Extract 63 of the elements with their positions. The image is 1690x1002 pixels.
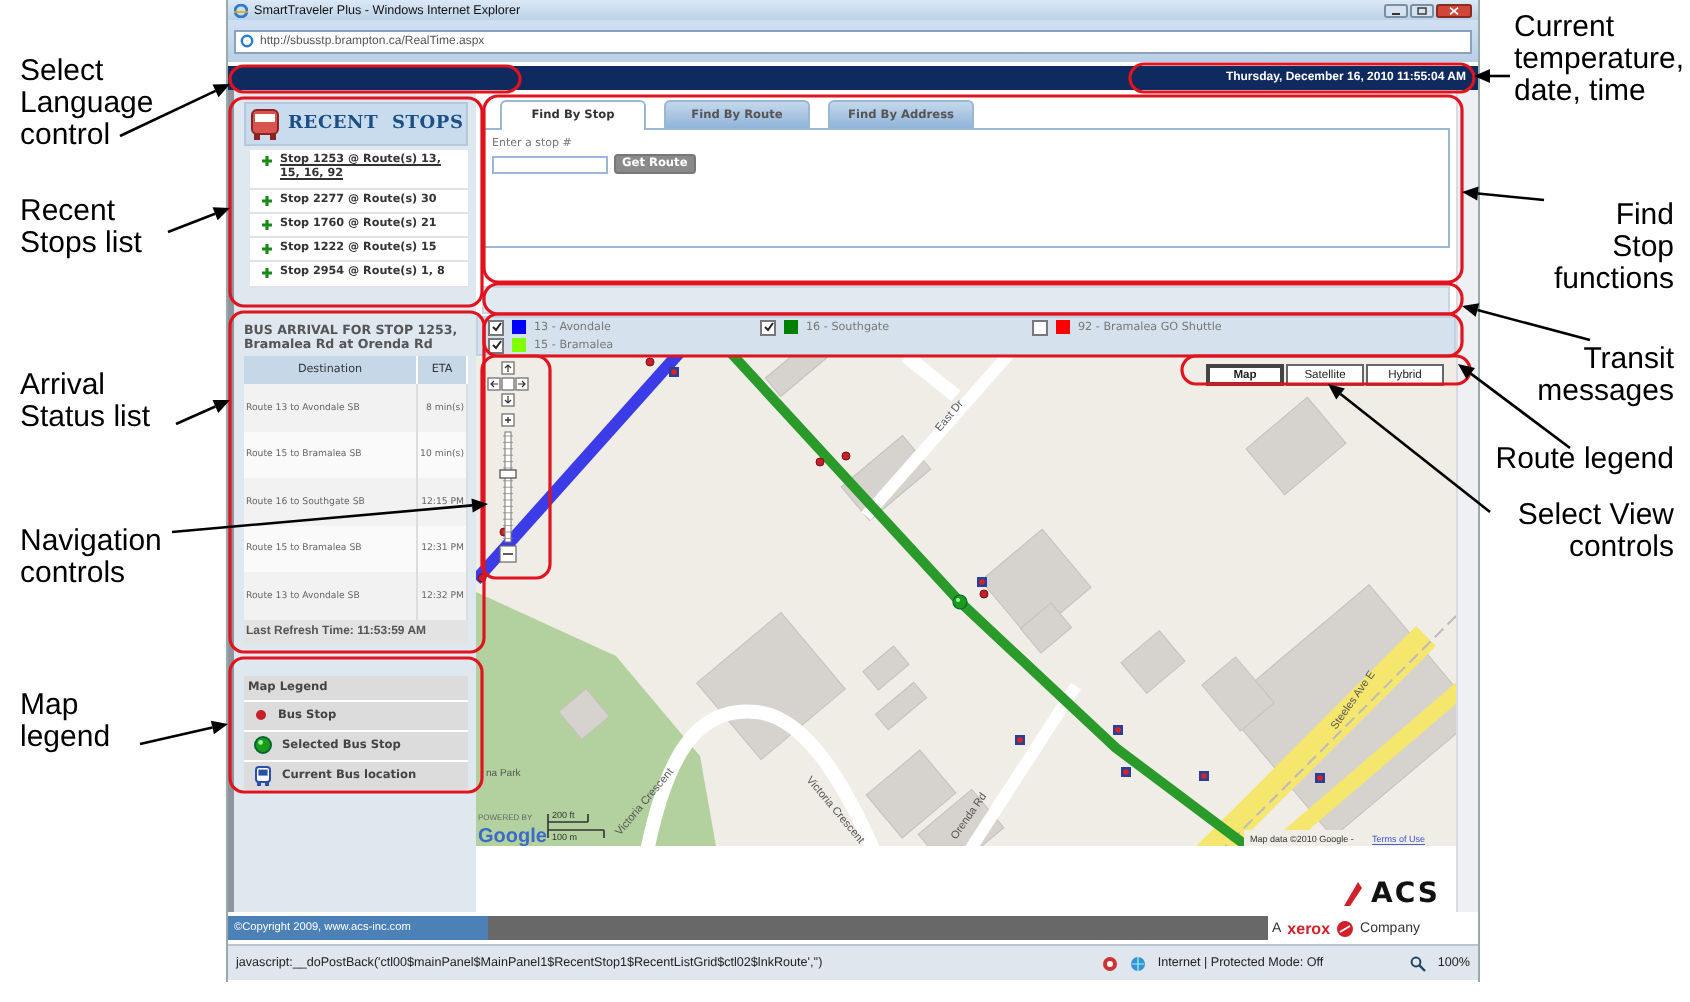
bus-stop-icon — [841, 451, 851, 461]
brand-logo: ACS — [1371, 878, 1440, 910]
selected-stop-icon — [254, 736, 272, 755]
callout-arrow — [175, 400, 230, 426]
callout-label: Recent Stops list — [20, 196, 144, 259]
route-checkbox[interactable] — [488, 319, 504, 335]
magnifier-icon[interactable] — [1409, 955, 1426, 971]
browser-logo-icon — [234, 3, 248, 17]
bullet-icon — [262, 268, 272, 279]
page-icon — [240, 34, 254, 48]
bus-stop-icon — [979, 589, 989, 599]
zoom-out-icon[interactable] — [499, 545, 517, 563]
bus-icon — [669, 367, 679, 377]
panel-title: RECENT STOPS — [288, 114, 464, 134]
callout-arrow — [1462, 186, 1545, 202]
bus-icon — [1199, 771, 1209, 781]
bus-icon — [1113, 725, 1123, 735]
selected-stop-icon — [952, 594, 968, 610]
bullet-icon — [262, 156, 272, 166]
callout-arrow — [139, 720, 228, 746]
bus-icon — [977, 577, 987, 587]
route-checkbox[interactable] — [760, 319, 776, 335]
bullet-icon — [262, 195, 272, 206]
map-logo: Google — [478, 826, 547, 846]
minimize-icon[interactable] — [1384, 3, 1408, 17]
maximize-icon[interactable] — [1410, 3, 1434, 17]
globe-icon — [1129, 955, 1146, 971]
callout-label: Transit messages — [1537, 344, 1674, 407]
close-icon[interactable] — [1436, 3, 1472, 17]
callout-label: Select Language control — [20, 56, 154, 151]
callout-arrow — [1462, 303, 1591, 342]
bus-icon — [254, 765, 272, 786]
bus-icon — [1015, 735, 1025, 745]
callout-label: Map legend — [20, 690, 111, 753]
bus-stop-icon — [645, 357, 655, 367]
zoom-slider-thumb[interactable] — [499, 469, 517, 479]
bus-stop-icon — [254, 708, 268, 723]
partner-logo: xerox — [1287, 919, 1331, 937]
route-checkbox[interactable] — [488, 337, 504, 353]
callout-label: Current temperature, date, time — [1514, 12, 1686, 107]
bus-icon — [1121, 767, 1131, 777]
zoom-slider[interactable] — [499, 431, 517, 543]
stop-number-field[interactable] — [492, 155, 608, 173]
zoom-in-icon[interactable] — [501, 413, 515, 427]
callout-arrow — [1474, 69, 1510, 83]
callout-label: Find Stop functions — [1553, 200, 1674, 295]
callout-label: Select View controls — [1515, 500, 1674, 563]
sphere-logo-icon — [1336, 919, 1355, 937]
scrollbar[interactable] — [1456, 90, 1478, 912]
bullet-icon — [262, 219, 272, 230]
pan-control-icon[interactable] — [487, 361, 529, 407]
bus-stop-icon — [477, 573, 487, 583]
callout-label: Arrival Status list — [20, 370, 153, 433]
security-icon — [1101, 955, 1118, 971]
bus-icon — [250, 108, 280, 140]
bullet-icon — [262, 244, 272, 255]
route-checkbox[interactable] — [1032, 319, 1048, 335]
bus-stop-icon — [815, 457, 825, 467]
callout-arrow — [167, 207, 230, 234]
callout-label: Navigation controls — [20, 526, 162, 589]
bus-icon — [1315, 773, 1325, 783]
callout-label: Route legend — [1495, 444, 1674, 476]
map-scale — [547, 813, 605, 839]
